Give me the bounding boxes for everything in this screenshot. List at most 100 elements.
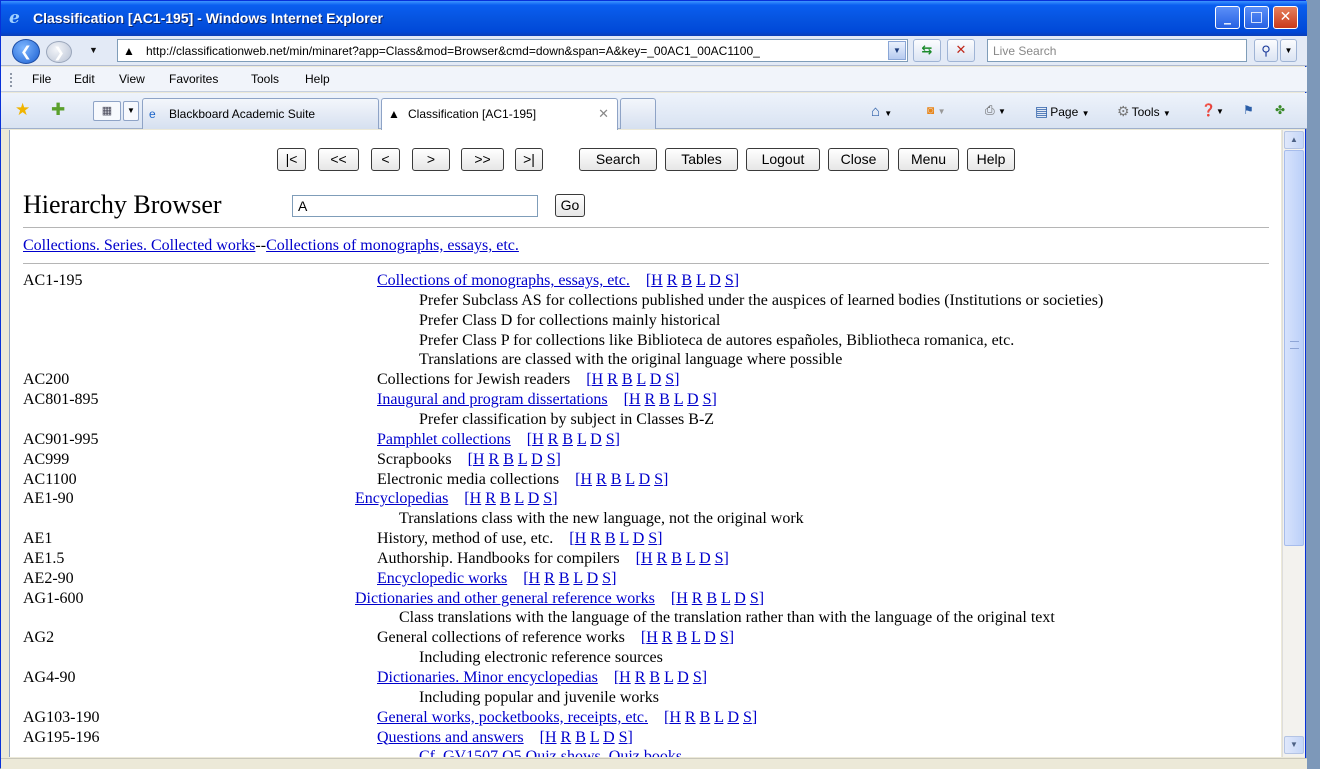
ref-link-b[interactable]: B	[562, 431, 573, 448]
ref-link-d[interactable]: D	[727, 709, 739, 726]
menu-help[interactable]: Help	[305, 72, 330, 86]
back-button[interactable]: ❮	[12, 39, 40, 64]
menu-tools[interactable]: Tools	[251, 72, 279, 86]
ref-link-b[interactable]: B	[611, 471, 622, 488]
ref-link-d[interactable]: D	[734, 590, 746, 607]
ref-link-b[interactable]: B	[671, 550, 682, 567]
quick-tabs-button[interactable]: ▦	[93, 101, 121, 121]
toolbar-grip[interactable]	[10, 73, 12, 87]
ref-link-s[interactable]: S	[743, 709, 752, 726]
ref-link-l[interactable]: L	[620, 530, 629, 547]
ref-link-s[interactable]: S	[715, 550, 724, 567]
search-icon[interactable]: ⚲	[1254, 39, 1278, 62]
previous-page-button[interactable]: <<	[318, 148, 359, 171]
caption-link[interactable]: Collections of monographs, essays, etc.	[377, 272, 630, 289]
address-field[interactable]: ▲ http://classificationweb.net/min/minar…	[117, 39, 908, 62]
ref-link-d[interactable]: D	[587, 570, 599, 587]
ref-link-r[interactable]: R	[561, 729, 572, 746]
ref-link-d[interactable]: D	[699, 550, 711, 567]
caption-link[interactable]: Dictionaries. Minor encyclopedias	[377, 669, 598, 686]
ref-link-d[interactable]: D	[704, 629, 716, 646]
ref-link-b[interactable]: B	[706, 590, 717, 607]
ref-link-b[interactable]: B	[559, 570, 570, 587]
caption-link[interactable]: General works, pocketbooks, receipts, et…	[377, 709, 648, 726]
ref-link-s[interactable]: S	[693, 669, 702, 686]
ref-link-r[interactable]: R	[607, 371, 618, 388]
print-icon[interactable]: ⎙ ▼	[985, 103, 1006, 118]
ref-link-h[interactable]: H	[676, 590, 688, 607]
ref-link-r[interactable]: R	[590, 530, 601, 547]
ref-link-d[interactable]: D	[650, 371, 662, 388]
ref-link-h[interactable]: H	[651, 272, 663, 289]
history-dropdown-icon[interactable]: ▼	[89, 45, 98, 55]
search-button[interactable]: Search	[579, 148, 657, 171]
ref-link-s[interactable]: S	[720, 629, 729, 646]
ref-link-h[interactable]: H	[580, 471, 592, 488]
ref-link-b[interactable]: B	[575, 729, 586, 746]
ref-link-l[interactable]: L	[515, 490, 524, 507]
tab-classification[interactable]: ▲ Classification [AC1-195] ✕	[381, 98, 618, 130]
ref-link-d[interactable]: D	[603, 729, 615, 746]
ref-link-d[interactable]: D	[531, 451, 543, 468]
ref-link-b[interactable]: B	[676, 629, 687, 646]
ref-link-b[interactable]: B	[503, 451, 514, 468]
vertical-scrollbar[interactable]: ▲ ▼	[1282, 130, 1305, 757]
ref-link-s[interactable]: S	[547, 451, 556, 468]
ref-link-l[interactable]: L	[691, 629, 700, 646]
caption-link[interactable]: Questions and answers	[377, 729, 524, 746]
ref-link-r[interactable]: R	[692, 590, 703, 607]
menu-file[interactable]: File	[32, 72, 51, 86]
ref-link-h[interactable]: H	[529, 570, 541, 587]
ref-link-r[interactable]: R	[596, 471, 607, 488]
ref-link-l[interactable]: L	[590, 729, 599, 746]
scroll-up-icon[interactable]: ▲	[1284, 131, 1304, 149]
ref-link-h[interactable]: H	[545, 729, 557, 746]
messenger-icon[interactable]: ✤	[1275, 103, 1285, 117]
help-button[interactable]: Help	[967, 148, 1015, 171]
ref-link-l[interactable]: L	[674, 391, 683, 408]
ref-link-b[interactable]: B	[500, 490, 511, 507]
home-icon[interactable]: ⌂ ▼	[871, 103, 892, 120]
ref-link-s[interactable]: S	[750, 590, 759, 607]
ref-link-d[interactable]: D	[528, 490, 540, 507]
ref-link-r[interactable]: R	[685, 709, 696, 726]
ref-link-l[interactable]: L	[625, 471, 634, 488]
ref-link-h[interactable]: H	[532, 431, 544, 448]
ref-link-h[interactable]: H	[641, 550, 653, 567]
ref-link-l[interactable]: L	[518, 451, 527, 468]
research-icon[interactable]: ⚑	[1243, 103, 1254, 117]
ref-link-d[interactable]: D	[639, 471, 651, 488]
ref-link-l[interactable]: L	[577, 431, 586, 448]
tab-blackboard[interactable]: e Blackboard Academic Suite	[142, 98, 379, 129]
ref-link-r[interactable]: R	[635, 669, 646, 686]
search-input[interactable]: Live Search	[987, 39, 1247, 62]
caption-link[interactable]: Dictionaries and other general reference…	[355, 590, 655, 607]
menu-edit[interactable]: Edit	[74, 72, 95, 86]
ref-link-s[interactable]: S	[648, 530, 657, 547]
add-favorites-icon[interactable]: ✚	[51, 101, 65, 119]
feeds-icon[interactable]: ◙ ▼	[927, 103, 946, 117]
caption-link[interactable]: Cf. GV1507.Q5 Quiz shows. Quiz books	[419, 748, 682, 757]
search-dropdown-icon[interactable]: ▼	[1280, 39, 1297, 62]
ref-link-r[interactable]: R	[645, 391, 656, 408]
ref-link-l[interactable]: L	[664, 669, 673, 686]
ref-link-b[interactable]: B	[659, 391, 670, 408]
ref-link-s[interactable]: S	[654, 471, 663, 488]
ref-link-l[interactable]: L	[696, 272, 705, 289]
scroll-thumb[interactable]	[1284, 150, 1304, 546]
new-tab-button[interactable]	[620, 98, 656, 129]
refresh-button[interactable]: ⇆	[913, 39, 941, 62]
ref-link-b[interactable]: B	[622, 371, 633, 388]
close-window-button[interactable]: ✕	[1273, 6, 1298, 29]
ref-link-s[interactable]: S	[602, 570, 611, 587]
ref-link-l[interactable]: L	[573, 570, 582, 587]
close-tab-icon[interactable]: ✕	[598, 106, 609, 122]
scroll-down-icon[interactable]: ▼	[1284, 736, 1304, 754]
next-button[interactable]: >	[412, 148, 450, 171]
maximize-button[interactable]: □	[1244, 6, 1269, 29]
ref-link-d[interactable]: D	[687, 391, 699, 408]
close-button[interactable]: Close	[828, 148, 889, 171]
go-button[interactable]: Go	[555, 194, 585, 217]
caption-link[interactable]: Pamphlet collections	[377, 431, 511, 448]
tab-list-dropdown-icon[interactable]: ▼	[123, 101, 139, 121]
